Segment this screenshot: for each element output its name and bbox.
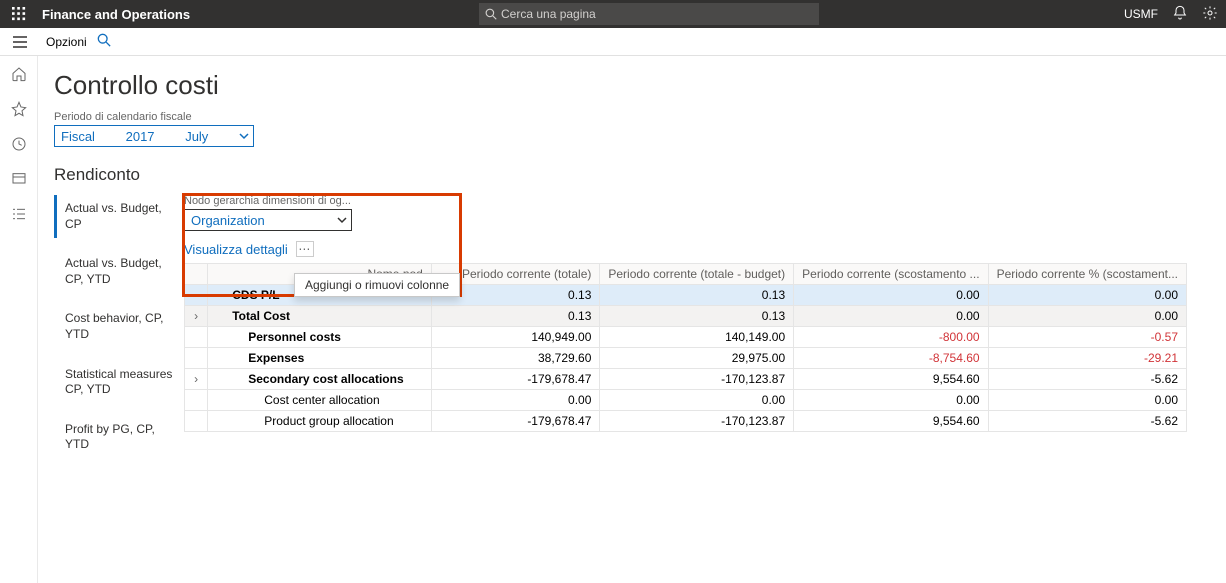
report-tabs: Actual vs. Budget, CP Actual vs. Budget,…	[54, 195, 184, 459]
table-row[interactable]: ›Total Cost0.130.130.000.00	[185, 306, 1187, 327]
row-name: Expenses	[208, 348, 432, 369]
app-header: Finance and Operations Cerca una pagina …	[0, 0, 1226, 28]
tab-statistical-measures[interactable]: Statistical measures CP, YTD	[54, 361, 184, 404]
expander-header	[185, 264, 208, 285]
cell-value: -800.00	[794, 327, 988, 348]
hierarchy-value: Organization	[191, 213, 265, 228]
cell-value: -5.62	[988, 411, 1186, 432]
cell-value: 140,949.00	[431, 327, 600, 348]
col-current-budget[interactable]: Periodo corrente (totale - budget)	[600, 264, 794, 285]
row-name: Product group allocation	[208, 411, 432, 432]
expand-toggle[interactable]: ›	[185, 306, 208, 327]
cell-value: 0.13	[600, 285, 794, 306]
row-name: Secondary cost allocations	[208, 369, 432, 390]
chevron-down-icon	[239, 131, 249, 141]
fiscal-period-label: Periodo di calendario fiscale	[54, 111, 1210, 123]
workspaces-icon[interactable]	[11, 171, 27, 192]
col-current-variance-pct[interactable]: Periodo corrente % (scostament...	[988, 264, 1186, 285]
tab-actual-vs-budget-cp-ytd[interactable]: Actual vs. Budget, CP, YTD	[54, 250, 184, 293]
cell-value: 0.13	[600, 306, 794, 327]
tab-actual-vs-budget-cp[interactable]: Actual vs. Budget, CP	[54, 195, 184, 238]
row-name: Personnel costs	[208, 327, 432, 348]
cell-value: 0.00	[988, 390, 1186, 411]
cell-value: 38,729.60	[431, 348, 600, 369]
expand-toggle	[185, 411, 208, 432]
fiscal-year: 2017	[126, 129, 155, 144]
more-options-button[interactable]: ⋯	[296, 241, 314, 257]
search-icon	[485, 8, 497, 20]
table-row[interactable]: Expenses38,729.6029,975.00-8,754.60-29.2…	[185, 348, 1187, 369]
cell-value: 140,149.00	[600, 327, 794, 348]
columns-tooltip: Aggiungi o rimuovi colonne	[294, 273, 460, 297]
cell-value: 0.00	[794, 306, 988, 327]
tab-cost-behavior[interactable]: Cost behavior, CP, YTD	[54, 305, 184, 348]
cell-value: 0.00	[600, 390, 794, 411]
cell-value: -179,678.47	[431, 369, 600, 390]
menu-icon[interactable]	[4, 34, 36, 50]
cell-value: 0.00	[988, 285, 1186, 306]
app-title: Finance and Operations	[42, 7, 190, 22]
cell-value: -179,678.47	[431, 411, 600, 432]
fiscal-calendar: Fiscal	[61, 129, 95, 144]
app-launcher-icon[interactable]	[0, 0, 38, 28]
hierarchy-label: Nodo gerarchia dimensioni di og...	[184, 195, 1210, 207]
cell-value: -8,754.60	[794, 348, 988, 369]
col-current-variance[interactable]: Periodo corrente (scostamento ...	[794, 264, 988, 285]
expand-toggle	[185, 285, 208, 306]
tab-profit-by-pg[interactable]: Profit by PG, CP, YTD	[54, 416, 184, 459]
report-area: Actual vs. Budget, CP Actual vs. Budget,…	[54, 195, 1210, 459]
cell-value: 0.00	[794, 285, 988, 306]
cell-value: -170,123.87	[600, 411, 794, 432]
star-icon[interactable]	[11, 101, 27, 122]
search-placeholder: Cerca una pagina	[501, 7, 596, 21]
header-right: USMF	[1124, 5, 1218, 24]
fiscal-month: July	[185, 129, 208, 144]
cell-value: -0.57	[988, 327, 1186, 348]
left-nav-rail	[0, 56, 38, 583]
cell-value: 9,554.60	[794, 411, 988, 432]
cell-value: -170,123.87	[600, 369, 794, 390]
company-code[interactable]: USMF	[1124, 7, 1158, 21]
row-name: Total Cost	[208, 306, 432, 327]
cell-value: 0.00	[988, 306, 1186, 327]
cell-value: 29,975.00	[600, 348, 794, 369]
expand-toggle	[185, 390, 208, 411]
expand-toggle	[185, 348, 208, 369]
main-content: Controllo costi Periodo di calendario fi…	[38, 56, 1226, 583]
row-name: Cost center allocation	[208, 390, 432, 411]
detail-pane: Nodo gerarchia dimensioni di og... Organ…	[184, 195, 1210, 432]
action-bar: Opzioni	[0, 28, 1226, 56]
options-button[interactable]: Opzioni	[46, 35, 87, 49]
cell-value: 0.00	[431, 390, 600, 411]
expand-toggle	[185, 327, 208, 348]
notifications-icon[interactable]	[1172, 5, 1188, 24]
home-icon[interactable]	[11, 66, 27, 87]
page-title: Controllo costi	[54, 70, 1210, 101]
table-row[interactable]: Product group allocation-179,678.47-170,…	[185, 411, 1187, 432]
table-row[interactable]: Personnel costs140,949.00140,149.00-800.…	[185, 327, 1187, 348]
chevron-down-icon	[337, 215, 347, 225]
section-title: Rendiconto	[54, 165, 1210, 185]
table-row[interactable]: ›Secondary cost allocations-179,678.47-1…	[185, 369, 1187, 390]
view-details-link[interactable]: Visualizza dettagli	[184, 242, 288, 257]
hierarchy-select[interactable]: Organization	[184, 209, 352, 231]
fiscal-period-select[interactable]: Fiscal 2017 July	[54, 125, 254, 147]
recent-icon[interactable]	[11, 136, 27, 157]
view-details-row: Visualizza dettagli ⋯	[184, 241, 1210, 257]
cell-value: 9,554.60	[794, 369, 988, 390]
cell-value: -29.21	[988, 348, 1186, 369]
modules-icon[interactable]	[11, 206, 27, 227]
expand-toggle[interactable]: ›	[185, 369, 208, 390]
cell-value: -5.62	[988, 369, 1186, 390]
settings-icon[interactable]	[1202, 5, 1218, 24]
cell-value: 0.13	[431, 306, 600, 327]
page-search-icon[interactable]	[97, 33, 111, 50]
table-row[interactable]: Cost center allocation0.000.000.000.00	[185, 390, 1187, 411]
global-search[interactable]: Cerca una pagina	[479, 3, 819, 25]
cell-value: 0.00	[794, 390, 988, 411]
